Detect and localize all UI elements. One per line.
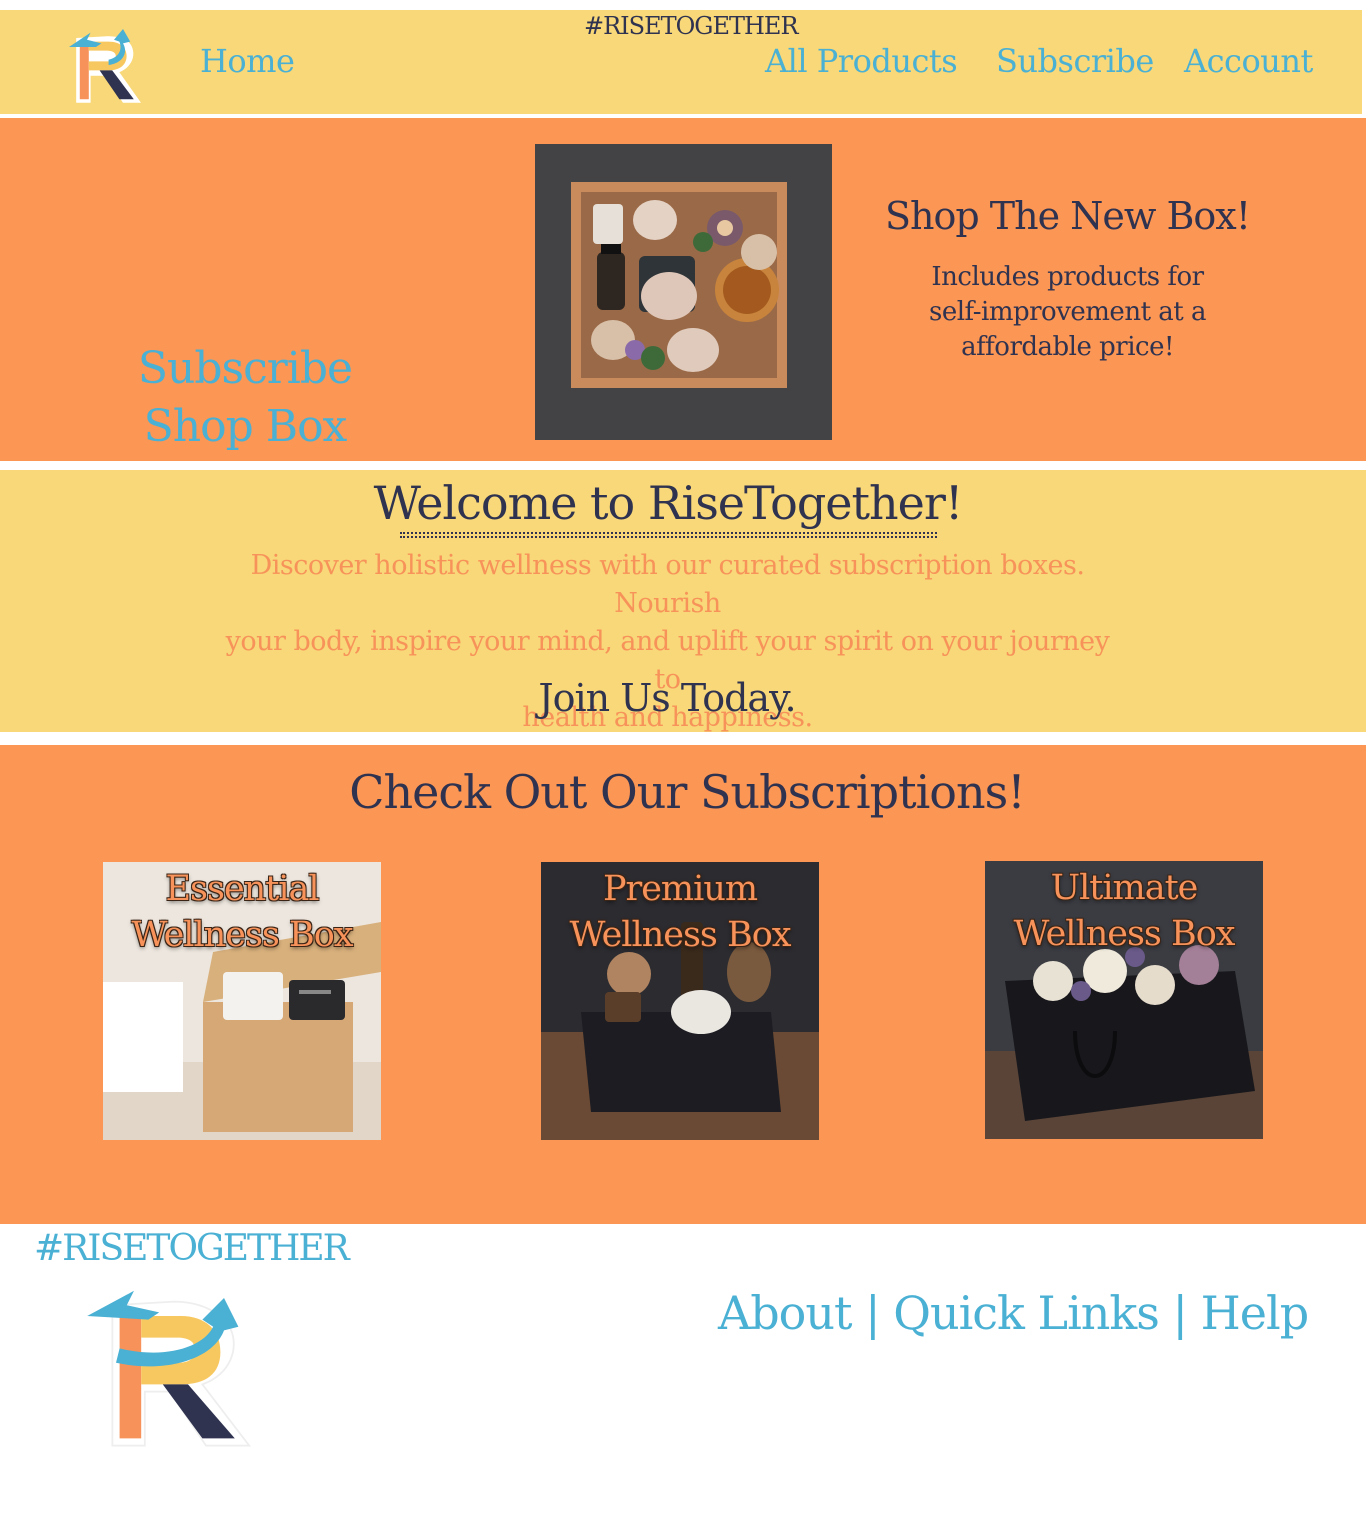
risetogether-logo-icon[interactable] — [75, 1280, 265, 1460]
site-header: #RISETOGETHER Home All Products Subscrib… — [0, 10, 1362, 116]
promo-title: Shop The New Box! — [884, 194, 1251, 238]
ultimate-box-card[interactable]: Ultimate Wellness Box — [985, 861, 1263, 1139]
nav-home[interactable]: Home — [200, 42, 295, 80]
subscriptions-section: Check Out Our Subscriptions! Essential W… — [0, 745, 1366, 1224]
footer-links: About | Quick Links | Help — [718, 1286, 1309, 1340]
nav-all-products[interactable]: All Products — [765, 42, 958, 80]
promo-line-3: affordable price! — [961, 332, 1174, 362]
welcome-title: Welcome to RiseTogether! — [373, 476, 964, 530]
subscribe-shop-box-link[interactable]: Subscribe Shop Box — [120, 340, 370, 456]
premium-box-label-line-2: Wellness Box — [569, 915, 791, 955]
welcome-section: Welcome to RiseTogether! Discover holist… — [0, 470, 1366, 733]
footer-tagline: #RISETOGETHER — [34, 1228, 350, 1269]
promo-description: Includes products for self-improvement a… — [900, 260, 1235, 365]
ultimate-box-label: Ultimate Wellness Box — [985, 865, 1263, 957]
premium-box-label-line-1: Premium — [602, 869, 758, 909]
footer-separator: | — [851, 1286, 894, 1340]
new-box-photo[interactable] — [535, 144, 832, 440]
footer-help-link[interactable]: Help — [1201, 1286, 1309, 1340]
premium-box-card[interactable]: Premium Wellness Box — [541, 862, 819, 1140]
ultimate-box-label-line-2: Wellness Box — [1013, 914, 1235, 954]
footer-separator: | — [1158, 1286, 1201, 1340]
nav-subscribe[interactable]: Subscribe — [996, 42, 1154, 80]
promo-line-2: self-improvement at a — [928, 297, 1207, 327]
site-footer: #RISETOGETHER About | Quick Links | Help — [0, 1224, 1366, 1519]
essential-box-card[interactable]: Essential Wellness Box — [103, 862, 381, 1140]
nav-account[interactable]: Account — [1184, 42, 1313, 80]
header-tagline: #RISETOGETHER — [584, 12, 799, 40]
promo-line-1: Includes products for — [931, 262, 1204, 292]
ultimate-box-label-line-1: Ultimate — [1050, 868, 1199, 908]
welcome-desc-line-1: Discover holistic wellness with our cura… — [250, 550, 1085, 619]
essential-box-label-line-1: Essential — [165, 869, 319, 909]
premium-box-label: Premium Wellness Box — [541, 866, 819, 958]
cta-line-1: Subscribe — [137, 343, 353, 394]
welcome-title-underline — [400, 532, 937, 538]
essential-box-label-line-2: Wellness Box — [131, 915, 353, 955]
footer-quick-links-link[interactable]: Quick Links — [893, 1286, 1160, 1340]
subscriptions-title: Check Out Our Subscriptions! — [349, 765, 1025, 819]
risetogether-logo-icon[interactable] — [60, 20, 150, 110]
footer-about-link[interactable]: About — [718, 1286, 852, 1340]
essential-box-label: Essential Wellness Box — [103, 866, 381, 958]
join-us-heading: Join Us Today. — [538, 676, 796, 720]
cta-line-2: Shop Box — [143, 401, 348, 452]
hero-section: Subscribe Shop Box Shop The New Box! Inc… — [0, 118, 1366, 461]
